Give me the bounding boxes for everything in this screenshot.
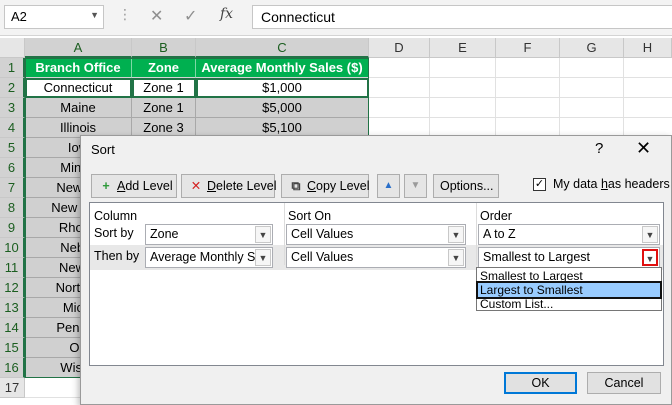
data-cell[interactable]: Maine xyxy=(25,98,132,118)
column-header-c[interactable]: C xyxy=(196,38,369,58)
ok-button[interactable]: OK xyxy=(504,372,577,394)
row-header-16[interactable]: 16 xyxy=(0,358,25,378)
chevron-down-icon[interactable]: ▼ xyxy=(642,226,658,243)
options-button[interactable]: Options... xyxy=(433,174,499,198)
plus-icon: + xyxy=(102,179,110,193)
dialog-title: Sort xyxy=(91,142,115,157)
confirm-entry-icon[interactable]: ✓ xyxy=(184,6,197,26)
row-header-2[interactable]: 2 xyxy=(0,78,25,98)
column-header-e[interactable]: E xyxy=(430,38,496,58)
row-header-10[interactable]: 10 xyxy=(0,238,25,258)
data-cell[interactable]: $1,000 xyxy=(196,78,369,98)
order-option-smallest-to-largest[interactable]: Smallest to Largest xyxy=(478,269,660,283)
row-header-1[interactable]: 1 xyxy=(0,58,25,78)
column-header-f[interactable]: F xyxy=(496,38,560,58)
header-cell[interactable]: Zone xyxy=(132,58,196,78)
cancel-entry-icon[interactable]: ✕ xyxy=(150,6,163,26)
formula-bar: A2 ▼ ⋮ ✕ ✓ fx Connecticut xyxy=(0,0,672,36)
column-header-d[interactable]: D xyxy=(369,38,430,58)
formula-input[interactable]: Connecticut xyxy=(252,5,672,29)
header-cell[interactable]: Branch Office xyxy=(25,58,132,78)
my-data-has-headers-label[interactable]: My data has headers xyxy=(553,177,670,191)
row-header-9[interactable]: 9 xyxy=(0,218,25,238)
name-box-value: A2 xyxy=(11,9,27,24)
insert-function-icon[interactable]: fx xyxy=(220,6,233,22)
move-up-arrow-icon[interactable]: ▲ xyxy=(377,174,400,198)
column-header: Column xyxy=(94,209,138,223)
then-by-label: Then by xyxy=(94,249,140,263)
cancel-button[interactable]: Cancel xyxy=(587,372,661,394)
copy-level-button[interactable]: ⧉ Copy Level xyxy=(281,174,370,198)
data-cell[interactable]: Zone 1 xyxy=(132,78,196,98)
add-level-button[interactable]: + Add Level xyxy=(91,174,177,198)
sort-by-column-select[interactable]: Zone ▼ xyxy=(145,224,273,245)
order-option-custom-list[interactable]: Custom List... xyxy=(478,297,660,311)
row-header-5[interactable]: 5 xyxy=(0,138,25,158)
sort-by-sort-on-select[interactable]: Cell Values ▼ xyxy=(286,224,466,245)
copy-icon: ⧉ xyxy=(291,179,301,193)
row-header-17[interactable]: 17 xyxy=(0,378,25,398)
delete-level-button[interactable]: ✕ Delete Level xyxy=(181,174,277,198)
order-header: Order xyxy=(480,209,512,223)
row-header-6[interactable]: 6 xyxy=(0,158,25,178)
formula-bar-separator-icon: ⋮ xyxy=(118,6,132,22)
sort-on-header: Sort On xyxy=(288,209,332,223)
then-by-order-select[interactable]: Smallest to Largest ▼ xyxy=(478,247,660,268)
name-box-dropdown-icon[interactable]: ▼ xyxy=(90,10,99,20)
header-cell[interactable]: Average Monthly Sales ($) xyxy=(196,58,369,78)
delete-x-icon: ✕ xyxy=(190,179,202,193)
column-header-b[interactable]: B xyxy=(132,38,196,58)
sort-dialog: Sort ? ✕ + Add Level ✕ Delete Level ⧉ Copy … xyxy=(80,135,672,405)
active-cell[interactable]: Connecticut xyxy=(25,78,132,98)
column-header-h[interactable]: H xyxy=(624,38,672,58)
data-cell[interactable]: Zone 1 xyxy=(132,98,196,118)
row-header-4[interactable]: 4 xyxy=(0,118,25,138)
chevron-down-icon[interactable]: ▼ xyxy=(642,249,658,266)
column-header-g[interactable]: G xyxy=(560,38,624,58)
name-box[interactable]: A2 ▼ xyxy=(4,5,104,29)
move-down-arrow-icon[interactable]: ▼ xyxy=(404,174,427,198)
column-header-a[interactable]: A xyxy=(25,38,132,58)
row-header-11[interactable]: 11 xyxy=(0,258,25,278)
row-header-13[interactable]: 13 xyxy=(0,298,25,318)
row-header-7[interactable]: 7 xyxy=(0,178,25,198)
chevron-down-icon[interactable]: ▼ xyxy=(255,226,271,243)
my-data-has-headers-checkbox[interactable]: ✓ xyxy=(533,178,546,191)
then-by-column-select[interactable]: Average Monthly Sal ▼ xyxy=(145,247,273,268)
data-cell[interactable]: $5,000 xyxy=(196,98,369,118)
then-by-sort-on-select[interactable]: Cell Values ▼ xyxy=(286,247,466,268)
chevron-down-icon[interactable]: ▼ xyxy=(448,226,464,243)
order-dropdown-list: Smallest to Largest Largest to Smallest … xyxy=(476,267,662,311)
row-header-15[interactable]: 15 xyxy=(0,338,25,358)
help-button[interactable]: ? xyxy=(595,140,603,157)
close-button[interactable]: ✕ xyxy=(636,138,651,159)
sort-by-label: Sort by xyxy=(94,226,134,240)
select-all-corner[interactable] xyxy=(0,38,25,58)
row-header-3[interactable]: 3 xyxy=(0,98,25,118)
sort-by-order-select[interactable]: A to Z ▼ xyxy=(478,224,660,245)
row-header-14[interactable]: 14 xyxy=(0,318,25,338)
chevron-down-icon[interactable]: ▼ xyxy=(255,249,271,266)
row-header-12[interactable]: 12 xyxy=(0,278,25,298)
order-option-largest-to-smallest[interactable]: Largest to Smallest xyxy=(476,281,662,299)
row-header-8[interactable]: 8 xyxy=(0,198,25,218)
chevron-down-icon[interactable]: ▼ xyxy=(448,249,464,266)
